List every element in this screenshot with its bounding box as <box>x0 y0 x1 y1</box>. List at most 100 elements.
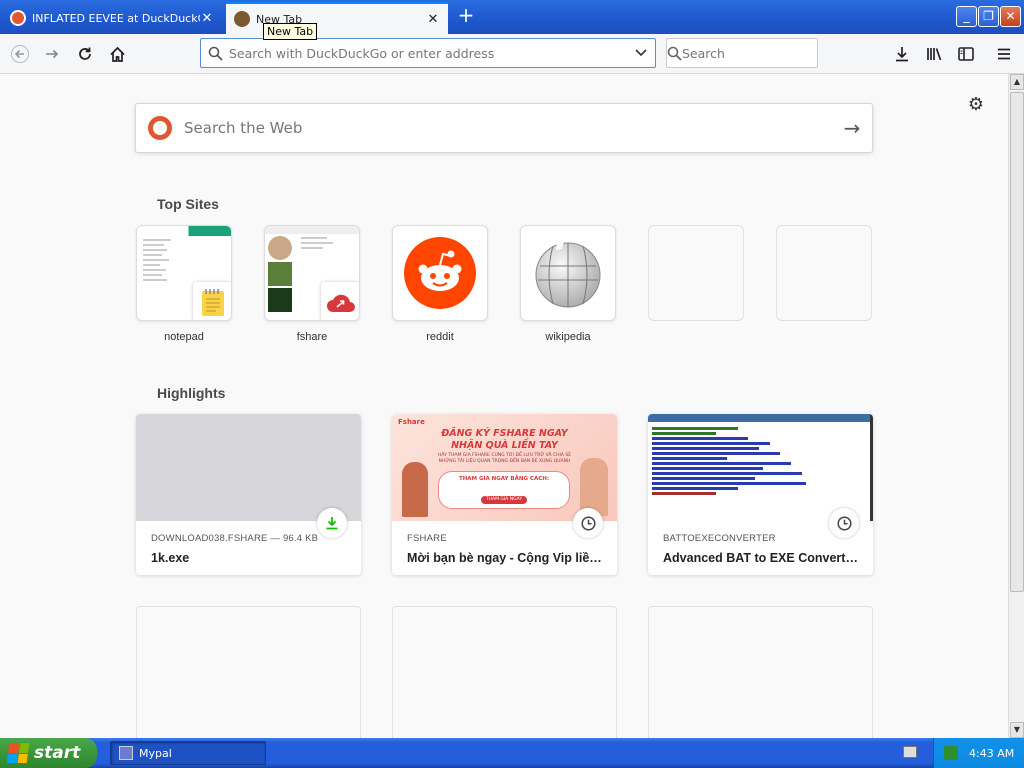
reddit-logo-icon <box>404 237 476 309</box>
close-window-button[interactable]: ✕ <box>1000 6 1021 27</box>
forward-arrow-icon <box>46 49 59 59</box>
tab-close-icon[interactable]: ✕ <box>200 11 214 26</box>
top-site-fshare[interactable]: fshare <box>264 225 360 343</box>
top-site-thumbnail <box>392 225 488 321</box>
top-site-thumbnail <box>136 225 232 321</box>
web-search-box[interactable]: → <box>135 103 873 153</box>
menu-button[interactable] <box>990 40 1018 68</box>
highlight-title: Mời bạn bè ngay - Cộng Vip liền tay <box>407 551 602 565</box>
forward-button[interactable] <box>38 40 66 68</box>
top-site-empty <box>648 225 744 321</box>
reload-icon <box>79 47 91 60</box>
tab-tooltip: New Tab <box>263 23 318 40</box>
search-input[interactable] <box>682 45 838 61</box>
search-bar[interactable] <box>666 38 838 68</box>
top-site-notepad[interactable]: notepad <box>136 225 232 343</box>
wikipedia-globe-icon <box>535 241 601 308</box>
fshare-banner-headline2: NHẬN QUÀ LIỀN TAY <box>451 440 558 451</box>
scroll-down-arrow-icon[interactable]: ▼ <box>1010 722 1024 738</box>
url-bar[interactable] <box>200 38 656 68</box>
url-dropdown-chevron-icon[interactable] <box>627 49 655 57</box>
download-icon <box>317 508 347 538</box>
network-tray-icon[interactable] <box>944 746 958 760</box>
taskbar-item-label: Mypal <box>139 746 172 760</box>
top-sites-heading: Top Sites <box>157 196 219 212</box>
new-tab-page: ⚙ → Top Sites notepad <box>0 74 1008 738</box>
fshare-banner-brand: Fshare <box>398 418 425 426</box>
search-go-arrow-icon[interactable]: → <box>832 116 872 140</box>
top-site-reddit[interactable]: reddit <box>392 225 488 343</box>
highlight-title: Advanced BAT to EXE Converter - Official <box>663 551 858 565</box>
notepad-icon <box>193 282 231 320</box>
start-label: start <box>34 743 81 763</box>
keyboard-icon[interactable] <box>903 746 917 758</box>
top-site-thumbnail <box>520 225 616 321</box>
fshare-banner-cta: THAM GIA NGAY <box>481 496 527 504</box>
duckduckgo-favicon-icon <box>10 10 26 26</box>
back-arrow-icon <box>11 45 29 63</box>
highlight-source: DOWNLOAD038.FSHARE — 96.4 KB <box>151 533 319 544</box>
eevee-favicon-icon <box>234 11 250 27</box>
start-button[interactable]: start <box>0 738 97 768</box>
download-icon <box>896 47 908 62</box>
top-site-empty <box>776 225 872 321</box>
gear-icon[interactable]: ⚙ <box>965 94 987 116</box>
highlight-card-battoexeconverter[interactable]: BATTOEXECONVERTER Advanced BAT to EXE Co… <box>648 414 873 575</box>
highlight-source: BATTOEXECONVERTER <box>663 533 776 544</box>
highlight-placeholder <box>392 606 617 738</box>
clock: 4:43 AM <box>969 746 1015 760</box>
fshare-banner-subtext: HÃY THAM GIA FSHARE CÙNG TỚI ĐỂ LƯU TRỮ … <box>437 453 572 464</box>
highlight-source: FSHARE <box>407 533 447 544</box>
web-search-input[interactable] <box>182 118 832 138</box>
taskbar-item-mypal[interactable]: Mypal <box>110 741 266 765</box>
highlight-thumbnail <box>136 414 361 521</box>
highlight-placeholder <box>648 606 873 738</box>
sidebar-icon <box>958 47 974 61</box>
reload-button[interactable] <box>71 40 99 68</box>
top-site-label: reddit <box>426 331 454 343</box>
highlights-heading: Highlights <box>157 385 226 401</box>
top-site-label: fshare <box>296 331 328 343</box>
taskbar: start Mypal 4:43 AM <box>0 738 1024 768</box>
duckduckgo-logo-icon <box>148 116 172 140</box>
home-icon <box>109 46 125 62</box>
tab-duckduckgo[interactable]: INFLATED EEVEE at DuckDuckGo ✕ <box>2 2 222 34</box>
title-bar: INFLATED EEVEE at DuckDuckGo ✕ New Tab ✕… <box>0 0 1024 34</box>
mypal-app-icon <box>119 746 133 760</box>
highlight-card-1k-exe[interactable]: DOWNLOAD038.FSHARE — 96.4 KB 1k.exe <box>136 414 361 575</box>
tab-label: INFLATED EEVEE at DuckDuckGo <box>32 11 200 25</box>
fshare-banner-box-title: THAM GIA NGAY BẰNG CÁCH: <box>458 476 550 482</box>
library-icon <box>926 48 941 61</box>
search-icon <box>667 46 682 61</box>
windows-logo-icon <box>6 743 30 763</box>
hamburger-menu-icon <box>998 48 1010 60</box>
code-screenshot-thumbnail <box>648 414 873 521</box>
sidebar-button[interactable] <box>952 40 980 68</box>
top-site-label: wikipedia <box>545 331 591 343</box>
tab-close-icon[interactable]: ✕ <box>426 12 440 27</box>
scroll-up-arrow-icon[interactable]: ▲ <box>1010 74 1024 90</box>
fshare-banner-image: Fshare ĐĂNG KÝ FSHARE NGAY NHẬN QUÀ LIỀN… <box>392 414 617 521</box>
search-icon <box>201 46 229 61</box>
downloads-button[interactable] <box>888 40 916 68</box>
top-site-thumbnail <box>264 225 360 321</box>
highlight-title: 1k.exe <box>151 551 190 565</box>
library-button[interactable] <box>920 40 948 68</box>
new-tab-button[interactable]: + <box>455 5 477 27</box>
minimize-button[interactable]: _ <box>956 6 977 27</box>
address-input[interactable] <box>229 45 627 61</box>
top-site-label: notepad <box>164 331 204 343</box>
highlight-card-fshare[interactable]: Fshare ĐĂNG KÝ FSHARE NGAY NHẬN QUÀ LIỀN… <box>392 414 617 575</box>
clock-icon <box>573 508 603 538</box>
back-button[interactable] <box>6 40 34 68</box>
fshare-banner-headline1: ĐĂNG KÝ FSHARE NGAY <box>441 428 568 439</box>
maximize-button[interactable]: ❐ <box>978 6 999 27</box>
vertical-scrollbar[interactable]: ▲ ▼ <box>1008 74 1024 738</box>
highlight-placeholder <box>136 606 361 738</box>
scrollbar-thumb[interactable] <box>1010 92 1024 592</box>
top-site-wikipedia[interactable]: wikipedia <box>520 225 616 343</box>
home-button[interactable] <box>103 40 131 68</box>
system-tray: 4:43 AM <box>933 738 1024 768</box>
tab-new-tab[interactable]: New Tab ✕ <box>226 2 448 34</box>
clock-icon <box>829 508 859 538</box>
